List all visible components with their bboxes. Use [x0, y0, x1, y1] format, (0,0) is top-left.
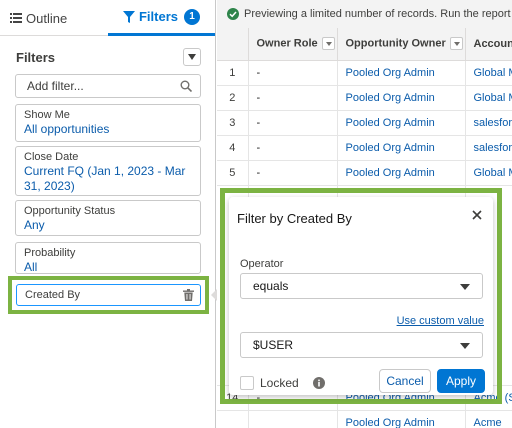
table-row: 5 - Pooled Org Admin Global Media [217, 160, 512, 186]
operator-selected-value: equals [253, 279, 289, 293]
filter-card-value: All [24, 260, 38, 274]
value-select[interactable]: $USER [240, 332, 483, 358]
preview-banner-text: Previewing a limited number of records. … [244, 8, 512, 20]
cell-account-name[interactable]: Acme [465, 410, 512, 428]
cell-account-name[interactable]: Global Media [465, 60, 512, 86]
created-by-highlight: Created By [8, 276, 209, 314]
cell-owner-role: - [248, 110, 338, 136]
filter-card-label: Created By [25, 289, 81, 301]
tab-filters-label: Filters [138, 9, 178, 24]
filter-card-probability[interactable]: Probability All [15, 242, 201, 274]
tab-outline[interactable]: Outline [10, 0, 67, 36]
column-header-account-name[interactable]: Account Name [465, 28, 512, 61]
operator-label: Operator [240, 258, 284, 270]
filter-card-label: Close Date [24, 151, 79, 163]
value-selected-value: $USER [253, 338, 294, 352]
cell-account-name[interactable]: Global Media [465, 85, 512, 111]
success-check-icon [227, 8, 239, 20]
add-filter-input[interactable]: Add filter... [15, 74, 201, 98]
info-icon[interactable] [313, 377, 325, 389]
cell-opportunity-owner[interactable]: Pooled Org Admin [337, 110, 466, 136]
cell-opportunity-owner[interactable]: Pooled Org Admin [337, 410, 466, 428]
cell-account-name[interactable]: salesforce.com [465, 135, 512, 161]
use-custom-value-link[interactable]: Use custom value [397, 315, 484, 327]
filters-count-badge: 1 [184, 8, 200, 25]
add-filter-placeholder: Add filter... [27, 79, 84, 93]
locked-checkbox[interactable]: Locked [240, 376, 299, 390]
filter-card-value: Current FQ (Jan 1, 2023 - Mar 31, 2023) [24, 164, 186, 193]
cell-opportunity-owner[interactable]: Pooled Org Admin [337, 85, 466, 111]
tab-outline-label: Outline [26, 10, 68, 26]
filter-card-show-me[interactable]: Show Me All opportunities [15, 104, 201, 142]
chevron-down-icon [460, 284, 470, 290]
cell-owner-role: - [248, 60, 338, 86]
cell-opportunity-owner[interactable]: Pooled Org Admin [337, 60, 466, 86]
cell-owner-role [248, 410, 338, 428]
filter-card-label: Opportunity Status [24, 205, 116, 217]
table-row: 4 - Pooled Org Admin salesforce.com [217, 135, 512, 161]
tab-filters[interactable]: Filters 1 [108, 0, 215, 36]
row-number: 1 [217, 60, 249, 86]
panel-tabs: Outline Filters 1 [0, 0, 215, 36]
close-icon[interactable] [471, 209, 483, 221]
cell-account-name[interactable]: Global Media [465, 160, 512, 186]
filters-heading: Filters [16, 50, 56, 65]
table-header-row: Owner Role Opportunity Owner Account Nam… [217, 28, 512, 61]
report-builder-left-panel: Outline Filters 1 Filters Add filter... … [0, 0, 216, 428]
popover-title: Filter by Created By [237, 211, 352, 226]
column-header-opportunity-owner[interactable]: Opportunity Owner [337, 28, 466, 61]
chevron-down-icon [460, 343, 470, 349]
table-row: Pooled Org Admin Acme [217, 410, 512, 428]
chevron-down-icon [188, 54, 196, 60]
cancel-button[interactable]: Cancel [379, 369, 431, 393]
filter-popover: Filter by Created By Operator equals Use… [229, 197, 493, 395]
row-number-header [217, 28, 249, 61]
table-row: 2 - Pooled Org Admin Global Media [217, 85, 512, 111]
column-header-label: Owner Role [256, 37, 318, 50]
cell-owner-role: - [248, 135, 338, 161]
filter-card-value: Any [24, 218, 45, 232]
filter-popover-highlight: Filter by Created By Operator equals Use… [220, 188, 502, 404]
row-number: 5 [217, 160, 249, 186]
operator-select[interactable]: equals [240, 273, 483, 299]
filter-card-close-date[interactable]: Close Date Current FQ (Jan 1, 2023 - Mar… [15, 146, 201, 196]
filter-card-value: All opportunities [24, 122, 110, 136]
filter-icon [122, 10, 135, 23]
checkbox-box[interactable] [240, 376, 254, 390]
preview-banner: Previewing a limited number of records. … [217, 0, 512, 28]
locked-label: Locked [260, 376, 299, 390]
apply-button[interactable]: Apply [437, 369, 485, 393]
table-row: 3 - Pooled Org Admin salesforce.com [217, 110, 512, 136]
cell-account-name[interactable]: salesforce.com [465, 110, 512, 136]
search-icon [180, 80, 192, 92]
column-menu-button[interactable] [449, 37, 463, 51]
list-icon [10, 13, 22, 23]
row-number: 4 [217, 135, 249, 161]
filter-card-opportunity-status[interactable]: Opportunity Status Any [15, 200, 201, 236]
filter-card-created-by[interactable]: Created By [16, 284, 201, 306]
cell-owner-role: - [248, 160, 338, 186]
cell-opportunity-owner[interactable]: Pooled Org Admin [337, 135, 466, 161]
filters-menu-button[interactable] [183, 48, 201, 66]
filter-card-label: Show Me [24, 109, 70, 121]
column-header-label: Account Name [473, 37, 512, 50]
trash-icon[interactable] [183, 289, 194, 301]
column-header-owner-role[interactable]: Owner Role [248, 28, 338, 61]
column-menu-button[interactable] [321, 37, 335, 51]
row-number: 2 [217, 85, 249, 111]
filter-card-label: Probability [24, 247, 76, 259]
cell-owner-role: - [248, 85, 338, 111]
row-number [217, 410, 249, 428]
column-header-label: Opportunity Owner [345, 37, 446, 50]
cell-opportunity-owner[interactable]: Pooled Org Admin [337, 160, 466, 186]
table-row: 1 - Pooled Org Admin Global Media [217, 60, 512, 86]
row-number: 3 [217, 110, 249, 136]
